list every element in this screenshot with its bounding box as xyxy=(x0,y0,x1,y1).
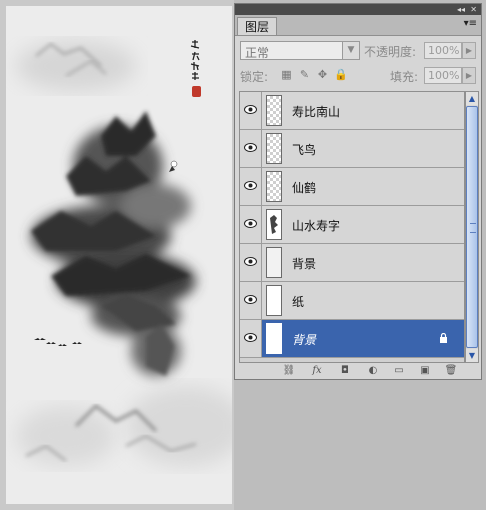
blend-row: 正常 ▼ 不透明度: 100% ▶ xyxy=(240,41,476,61)
layer-name: 背景 xyxy=(292,257,317,271)
eye-icon[interactable] xyxy=(244,143,257,152)
layer-row[interactable]: 飞鸟 xyxy=(240,130,464,168)
layer-row[interactable]: 背景 xyxy=(240,244,464,282)
fill-slider-icon[interactable]: ▶ xyxy=(462,67,476,84)
layer-thumbnail xyxy=(266,95,282,126)
layer-thumbnail xyxy=(266,285,282,316)
eye-icon[interactable] xyxy=(244,257,257,266)
new-layer-icon[interactable]: ▣ xyxy=(417,364,433,378)
panel-tab-bar: 图层 ▾≡ xyxy=(235,15,481,36)
eye-icon[interactable] xyxy=(244,219,257,228)
lock-pixels-icon[interactable]: ✎ xyxy=(298,68,311,81)
lock-label: 锁定: xyxy=(240,70,269,84)
mask-icon[interactable]: ◘ xyxy=(337,364,353,378)
scroll-up-icon[interactable]: ▲ xyxy=(466,92,478,105)
lock-icon xyxy=(440,333,447,343)
tab-layers[interactable]: 图层 xyxy=(237,17,277,35)
layer-name: 寿比南山 xyxy=(292,105,341,119)
close-panel-icon[interactable]: ✕ xyxy=(470,4,477,15)
document-canvas[interactable] xyxy=(0,0,234,510)
opacity-field[interactable]: 100% xyxy=(424,42,462,59)
visibility-toggle[interactable] xyxy=(240,206,262,243)
adjustment-icon[interactable]: ◐ xyxy=(365,364,381,378)
layers-panel: ◂◂ ✕ 图层 ▾≡ 正常 ▼ 不透明度: 100% ▶ 锁定: ▦ ✎ ✥ 🔒… xyxy=(234,3,482,380)
panel-menu-icon[interactable]: ▾≡ xyxy=(464,18,477,29)
layer-thumbnail xyxy=(266,209,282,240)
visibility-toggle[interactable] xyxy=(240,168,262,205)
visibility-toggle[interactable] xyxy=(240,282,262,319)
layer-name: 飞鸟 xyxy=(292,143,317,157)
lock-position-icon[interactable]: ✥ xyxy=(316,68,329,81)
visibility-toggle[interactable] xyxy=(240,130,262,167)
lock-transparency-icon[interactable]: ▦ xyxy=(280,68,293,81)
scroll-down-icon[interactable]: ▼ xyxy=(466,349,478,362)
layer-row[interactable]: 纸 xyxy=(240,282,464,320)
opacity-label: 不透明度: xyxy=(364,45,417,59)
tab-layers-label: 图层 xyxy=(244,20,269,34)
fill-field[interactable]: 100% xyxy=(424,67,462,84)
layer-name: 纸 xyxy=(292,295,305,309)
layers-toolbar: ⛓ fx ◘ ◐ ▭ ▣ 🗑 xyxy=(235,363,481,379)
layer-row[interactable]: 仙鹤 xyxy=(240,168,464,206)
layers-list: 寿比南山 飞鸟 仙鹤 山水寿字 背景 纸 背景 xyxy=(239,91,465,363)
link-icon[interactable]: ⛓ xyxy=(281,364,297,378)
layers-scrollbar[interactable]: ▲ ▼ xyxy=(465,91,479,363)
layer-name: 山水寿字 xyxy=(292,219,341,233)
layer-thumbnail xyxy=(266,323,282,354)
visibility-toggle[interactable] xyxy=(240,244,262,281)
panel-title-bar[interactable]: ◂◂ ✕ xyxy=(235,4,481,15)
visibility-toggle[interactable] xyxy=(240,92,262,129)
opacity-slider-icon[interactable]: ▶ xyxy=(462,42,476,59)
red-seal xyxy=(192,86,201,97)
scroll-thumb[interactable] xyxy=(466,106,478,348)
blend-mode-value: 正常 xyxy=(245,46,270,60)
fill-label: 填充: xyxy=(390,70,419,84)
eye-icon[interactable] xyxy=(244,295,257,304)
visibility-toggle[interactable] xyxy=(240,320,262,357)
trash-icon[interactable]: 🗑 xyxy=(443,364,459,378)
eye-icon[interactable] xyxy=(244,105,257,114)
layer-row[interactable]: 寿比南山 xyxy=(240,92,464,130)
layer-name: 仙鹤 xyxy=(292,181,317,195)
collapse-panel-icon[interactable]: ◂◂ xyxy=(457,4,465,15)
lock-all-icon[interactable]: 🔒 xyxy=(334,68,348,81)
layer-thumbnail xyxy=(266,247,282,278)
chevron-down-icon[interactable]: ▼ xyxy=(342,42,359,59)
layer-thumbnail xyxy=(266,171,282,202)
layer-row[interactable]: 山水寿字 xyxy=(240,206,464,244)
fx-icon[interactable]: fx xyxy=(309,364,325,378)
folder-icon[interactable]: ▭ xyxy=(391,364,407,378)
ink-landscape-artwork xyxy=(16,40,232,466)
eye-icon[interactable] xyxy=(244,181,257,190)
ink-thumbnail-icon xyxy=(270,215,278,234)
painting-paper xyxy=(6,6,232,504)
eye-icon[interactable] xyxy=(244,333,257,342)
layer-row-selected[interactable]: 背景 xyxy=(240,320,464,358)
lock-row: 锁定: ▦ ✎ ✥ 🔒 填充: 100% ▶ xyxy=(240,66,476,86)
layer-thumbnail xyxy=(266,133,282,164)
blend-mode-select[interactable]: 正常 ▼ xyxy=(240,41,360,60)
layer-name: 背景 xyxy=(292,333,317,347)
